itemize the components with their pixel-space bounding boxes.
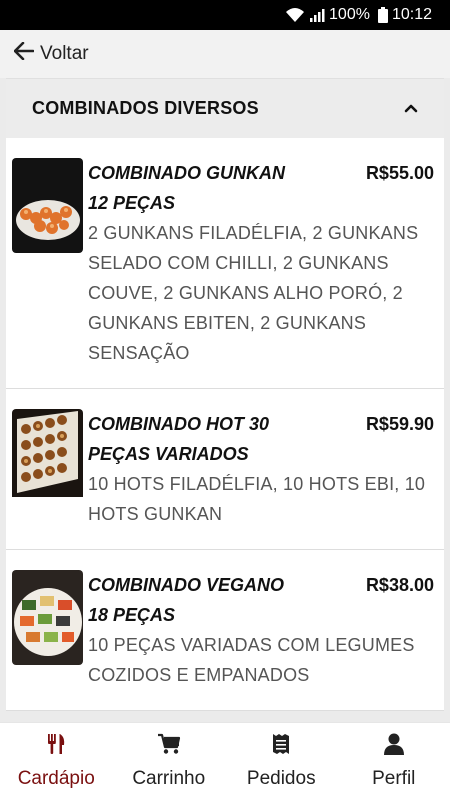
receipt-icon [272,733,290,760]
utensils-icon [45,733,67,760]
item-description: 2 GUNKANS FILADÉLFIA, 2 GUNKANS SELADO C… [88,223,419,363]
menu-content[interactable]: COMBINADOS DIVERSOS COMBINADO GUNKAN 12 … [0,78,450,722]
signal-icon [309,7,325,23]
clock: 10:12 [391,6,432,23]
item-price: R$38.00 [365,575,434,595]
nav-perfil[interactable]: Perfil [338,723,450,800]
menu-item[interactable]: COMBINADO HOT 30 PEÇAS VARIADOS R$59.90 … [6,389,444,550]
category-section: COMBINADOS DIVERSOS COMBINADO GUNKAN 12 … [6,78,444,711]
nav-pedidos[interactable]: Pedidos [225,723,338,800]
bottom-nav: Cardápio Carrinho Pedidos Perfil [0,722,450,800]
cart-icon [157,733,181,760]
product-image [12,158,83,253]
back-label: Voltar [40,43,89,64]
battery-percent: 100% [329,6,370,23]
item-price: R$59.90 [365,414,434,434]
top-bar: Voltar [0,30,450,78]
wifi-icon [285,7,305,23]
item-name: COMBINADO GUNKAN 12 PEÇAS [88,163,285,213]
item-name: COMBINADO VEGANO 18 PEÇAS [88,575,285,625]
back-button[interactable]: Voltar [13,41,89,66]
category-header[interactable]: COMBINADOS DIVERSOS [6,78,444,138]
nav-label: Carrinho [132,768,206,789]
chevron-up-icon[interactable] [404,100,418,118]
nav-cardapio[interactable]: Cardápio [0,723,113,800]
item-price: R$55.00 [365,163,434,183]
product-image [12,409,83,504]
arrow-left-icon [13,41,40,66]
status-bar: 100% 10:12 [0,0,450,30]
product-image [12,570,83,665]
nav-carrinho[interactable]: Carrinho [113,723,226,800]
menu-item[interactable]: COMBINADO VEGANO 18 PEÇAS R$38.00 10 PEÇ… [6,550,444,711]
nav-label: Pedidos [246,768,316,789]
item-description: 10 PEÇAS VARIADAS COM LEGUMES COZIDOS E … [88,635,415,685]
battery-icon [377,7,388,23]
nav-label: Perfil [372,768,416,789]
nav-label: Cardápio [17,768,95,789]
category-title: COMBINADOS DIVERSOS [32,98,259,118]
item-name: COMBINADO HOT 30 PEÇAS VARIADOS [88,414,270,464]
user-icon [383,733,404,760]
menu-item[interactable]: COMBINADO GUNKAN 12 PEÇAS R$55.00 2 GUNK… [6,138,444,389]
item-description: 10 HOTS FILADÉLFIA, 10 HOTS EBI, 10 HOTS… [88,474,426,524]
